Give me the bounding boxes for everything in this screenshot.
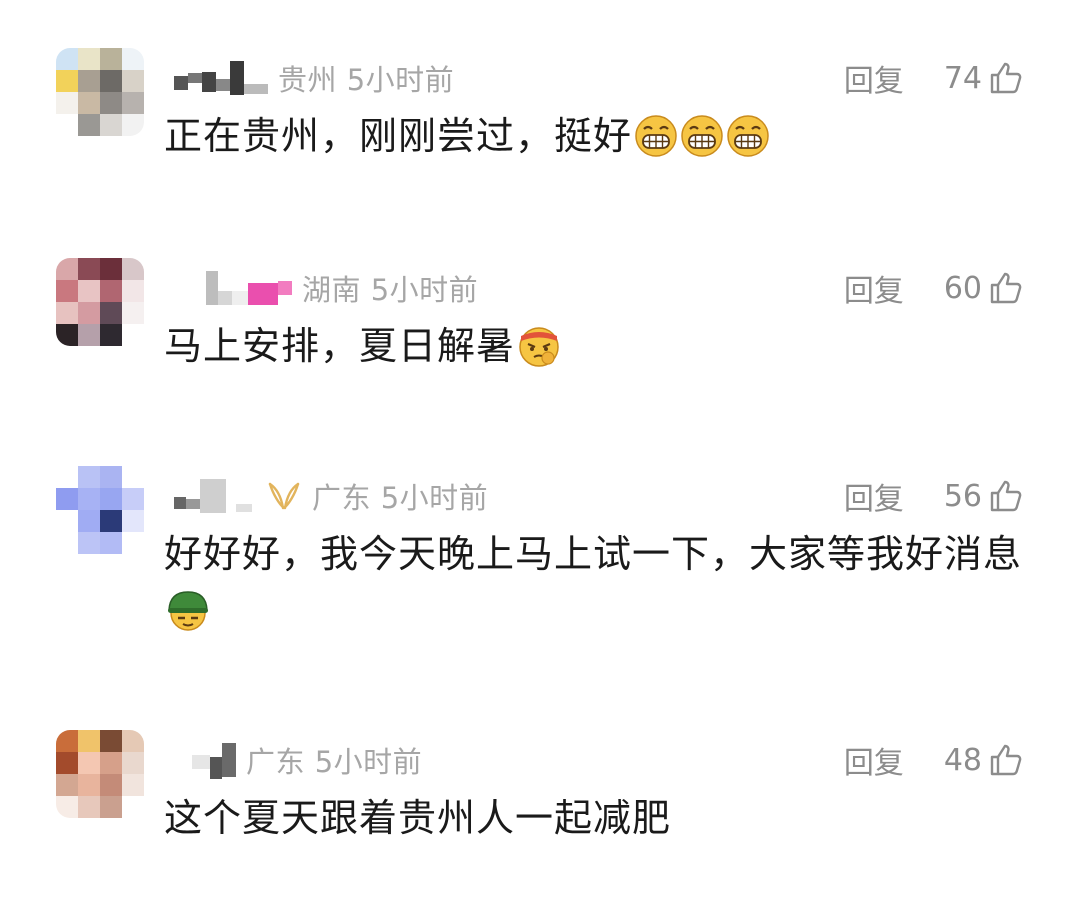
comment-text: 马上安排，夏日解暑	[164, 318, 1024, 374]
location: 湖南	[302, 273, 362, 307]
comment-actions: 回复 48	[844, 738, 1024, 782]
comment-meta: 广东 5小时前	[174, 740, 422, 780]
timestamp: 5小时前	[314, 745, 423, 779]
comment-body: 正在贵州，刚刚尝过，挺好	[164, 114, 633, 158]
thumbs-up-icon[interactable]	[988, 478, 1024, 514]
comment-actions: 回复 56	[844, 474, 1024, 518]
comment-text: 正在贵州，刚刚尝过，挺好	[164, 108, 1024, 164]
like-count: 48	[943, 742, 982, 778]
comment-text: 好好好，我今天晚上马上试一下，大家等我好消息	[164, 526, 1024, 638]
like-count: 60	[943, 270, 982, 306]
timestamp: 5小时前	[346, 63, 455, 97]
reply-button[interactable]: 回复	[844, 56, 904, 100]
timestamp: 5小时前	[380, 481, 489, 515]
comment-meta: 湖南 5小时前	[174, 268, 478, 308]
location: 广东	[312, 481, 372, 515]
username-pixelated[interactable]	[174, 476, 252, 516]
like-count: 74	[943, 60, 982, 96]
location: 广东	[246, 745, 306, 779]
comment-actions: 回复 74	[844, 56, 1024, 100]
avatar[interactable]	[56, 258, 144, 346]
comment-body: 这个夏天跟着贵州人一起减肥	[164, 796, 672, 840]
location: 贵州	[278, 63, 338, 97]
comment-meta: 贵州 5小时前	[174, 58, 454, 98]
comment-meta: 广东 5小时前	[174, 476, 488, 516]
like-count: 56	[943, 478, 982, 514]
avatar[interactable]	[56, 48, 144, 136]
timestamp: 5小时前	[370, 273, 479, 307]
location-time: 湖南 5小时前	[302, 267, 478, 309]
comment-body: 好好好，我今天晚上马上试一下，大家等我好消息	[164, 532, 1023, 576]
thumbs-up-icon[interactable]	[988, 60, 1024, 96]
grin-emoji	[635, 115, 677, 157]
reply-button[interactable]: 回复	[844, 738, 904, 782]
avatar[interactable]	[56, 730, 144, 818]
avatar[interactable]	[56, 466, 144, 554]
grin-emoji	[727, 115, 769, 157]
reply-button[interactable]: 回复	[844, 266, 904, 310]
thumbs-up-icon[interactable]	[988, 270, 1024, 306]
location-time: 广东 5小时前	[312, 475, 488, 517]
thumbs-up-icon[interactable]	[988, 742, 1024, 778]
comment-actions: 回复 60	[844, 266, 1024, 310]
determined-emoji	[519, 327, 559, 367]
username-pixelated[interactable]	[192, 740, 236, 780]
username-pixelated[interactable]	[206, 268, 292, 308]
comment-body: 马上安排，夏日解暑	[164, 324, 516, 368]
location-time: 广东 5小时前	[246, 739, 422, 781]
comment-text: 这个夏天跟着贵州人一起减肥	[164, 790, 1024, 846]
helmet-emoji	[168, 591, 208, 631]
grin-emoji	[681, 115, 723, 157]
location-time: 贵州 5小时前	[278, 57, 454, 99]
badge-icon	[268, 482, 300, 510]
username-pixelated[interactable]	[174, 58, 268, 98]
reply-button[interactable]: 回复	[844, 474, 904, 518]
